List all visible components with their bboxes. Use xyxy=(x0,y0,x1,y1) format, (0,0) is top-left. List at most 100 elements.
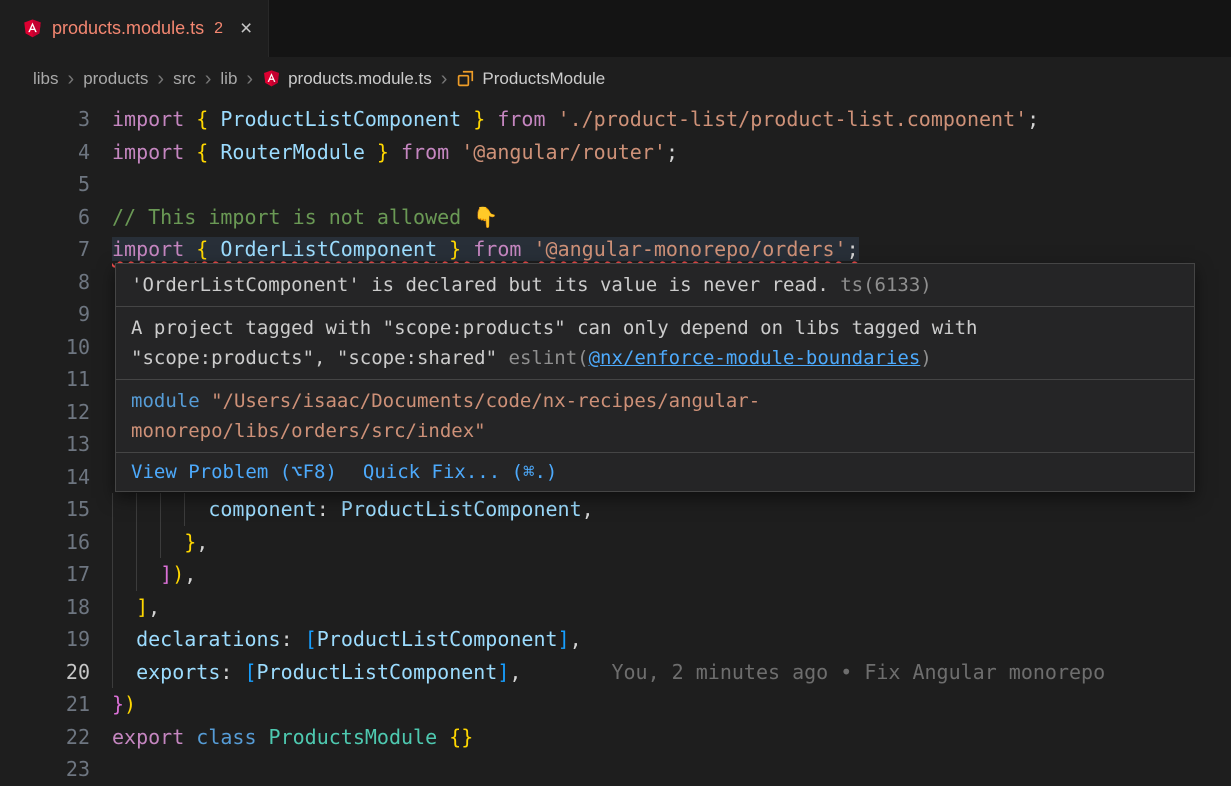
tab-title: products.module.ts xyxy=(52,18,204,39)
chevron-right-icon: › xyxy=(441,69,448,89)
code-line[interactable]: 20 exports: [ProductListComponent],You, … xyxy=(0,656,1231,689)
code-token: , xyxy=(148,595,160,619)
code-token: {} xyxy=(449,725,473,749)
line-number[interactable]: 9 xyxy=(0,298,112,331)
hover-sections: 'OrderListComponent' is declared but its… xyxy=(116,264,1194,453)
code-line[interactable]: 22export class ProductsModule {} xyxy=(0,721,1231,754)
breadcrumb-item-lib[interactable]: lib xyxy=(220,69,237,89)
code-line[interactable]: 6// This import is not allowed 👇 xyxy=(0,201,1231,234)
code-token: from xyxy=(401,140,461,164)
code-token: ; xyxy=(666,140,678,164)
indent-guide xyxy=(160,493,161,526)
code-token: class xyxy=(196,725,268,749)
line-number[interactable]: 8 xyxy=(0,266,112,299)
eslint-rule-link[interactable]: @nx/enforce-module-boundaries xyxy=(589,347,921,369)
line-number[interactable]: 6 xyxy=(0,201,112,234)
hover-text: ) xyxy=(920,347,931,369)
code-token: import xyxy=(112,107,196,131)
code-line[interactable]: 23 xyxy=(0,753,1231,786)
code-content: }, xyxy=(112,526,1231,559)
code-line[interactable]: 7import { OrderListComponent } from '@an… xyxy=(0,233,1231,266)
indent-guide xyxy=(112,591,113,624)
line-number[interactable]: 16 xyxy=(0,526,112,559)
view-problem-action[interactable]: View Problem (⌥F8) xyxy=(131,457,337,487)
hover-section: 'OrderListComponent' is declared but its… xyxy=(116,264,1194,307)
code-line[interactable]: 4import { RouterModule } from '@angular/… xyxy=(0,136,1231,169)
line-number[interactable]: 12 xyxy=(0,396,112,429)
code-token: , xyxy=(509,660,521,684)
breadcrumb-item-products[interactable]: products xyxy=(83,69,148,89)
line-number[interactable]: 3 xyxy=(0,103,112,136)
hover-text: ts(6133) xyxy=(829,274,932,296)
breadcrumb-label: libs xyxy=(33,69,59,89)
code-token: // This import is not allowed xyxy=(112,205,473,229)
code-content: declarations: [ProductListComponent], xyxy=(112,623,1231,656)
line-number[interactable]: 5 xyxy=(0,168,112,201)
code-token: ) xyxy=(124,692,136,716)
angular-icon xyxy=(262,69,281,88)
code-token: } xyxy=(112,692,124,716)
line-number[interactable]: 15 xyxy=(0,493,112,526)
quick-fix-action[interactable]: Quick Fix... (⌘.) xyxy=(363,457,557,487)
line-number[interactable]: 10 xyxy=(0,331,112,364)
code-token: ] xyxy=(136,595,148,619)
breadcrumb-item-src[interactable]: src xyxy=(173,69,196,89)
indent-guide xyxy=(112,493,113,526)
code-line[interactable]: 21}) xyxy=(0,688,1231,721)
line-number[interactable]: 21 xyxy=(0,688,112,721)
line-number[interactable]: 11 xyxy=(0,363,112,396)
line-number[interactable]: 20 xyxy=(0,656,112,689)
code-token: RouterModule xyxy=(220,140,365,164)
breadcrumb-label: ProductsModule xyxy=(482,69,605,89)
code-token: : xyxy=(281,627,305,651)
line-number[interactable]: 13 xyxy=(0,428,112,461)
line-number[interactable]: 17 xyxy=(0,558,112,591)
indent-guide xyxy=(112,656,113,689)
hover-text: eslint( xyxy=(509,347,589,369)
line-number[interactable]: 7 xyxy=(0,233,112,266)
hover-text: monorepo/libs/orders/src/index" xyxy=(131,420,486,442)
code-token: ProductListComponent xyxy=(317,627,558,651)
code-line[interactable]: 19 declarations: [ProductListComponent], xyxy=(0,623,1231,656)
code-line[interactable]: 15 component: ProductListComponent, xyxy=(0,493,1231,526)
code-content: }) xyxy=(112,688,1231,721)
close-icon[interactable]: × xyxy=(240,18,252,39)
breadcrumb-item-products-module-ts[interactable]: products.module.ts xyxy=(262,69,432,89)
hover-section: module "/Users/isaac/Documents/code/nx-r… xyxy=(116,380,1194,453)
line-number[interactable]: 4 xyxy=(0,136,112,169)
hover-line: module "/Users/isaac/Documents/code/nx-r… xyxy=(131,386,1179,416)
tab-products-module[interactable]: products.module.ts 2 × xyxy=(0,0,269,57)
line-number[interactable]: 19 xyxy=(0,623,112,656)
code-token: '@angular-monorepo/orders' xyxy=(533,237,846,261)
code-token: ] xyxy=(497,660,509,684)
code-token: } xyxy=(437,237,473,261)
code-content: import { ProductListComponent } from './… xyxy=(112,103,1231,136)
line-number[interactable]: 22 xyxy=(0,721,112,754)
code-content: ]), xyxy=(112,558,1231,591)
code-line[interactable]: 18 ], xyxy=(0,591,1231,624)
code-line[interactable]: 17 ]), xyxy=(0,558,1231,591)
breadcrumb-item-productsmodule[interactable]: ProductsModule xyxy=(456,69,605,89)
code-token: ; xyxy=(1027,107,1039,131)
code-content xyxy=(112,753,1231,786)
code-content: component: ProductListComponent, xyxy=(112,493,1231,526)
indent-guide xyxy=(160,526,161,559)
line-number[interactable]: 23 xyxy=(0,753,112,786)
chevron-right-icon: › xyxy=(246,69,253,89)
code-token: { xyxy=(196,237,220,261)
code-content: export class ProductsModule {} xyxy=(112,721,1231,754)
code-content: ], xyxy=(112,591,1231,624)
hover-line: monorepo/libs/orders/src/index" xyxy=(131,416,1179,446)
class-icon xyxy=(456,69,475,88)
line-number[interactable]: 14 xyxy=(0,461,112,494)
hover-actions: View Problem (⌥F8) Quick Fix... (⌘.) xyxy=(116,453,1194,491)
angular-icon xyxy=(22,18,43,39)
code-line[interactable]: 5 xyxy=(0,168,1231,201)
hover-text: module xyxy=(131,390,211,412)
code-line[interactable]: 16 }, xyxy=(0,526,1231,559)
code-line[interactable]: 3import { ProductListComponent } from '.… xyxy=(0,103,1231,136)
line-number[interactable]: 18 xyxy=(0,591,112,624)
indent-guide xyxy=(136,558,137,591)
breadcrumb-item-libs[interactable]: libs xyxy=(33,69,59,89)
hover-section: A project tagged with "scope:products" c… xyxy=(116,307,1194,380)
